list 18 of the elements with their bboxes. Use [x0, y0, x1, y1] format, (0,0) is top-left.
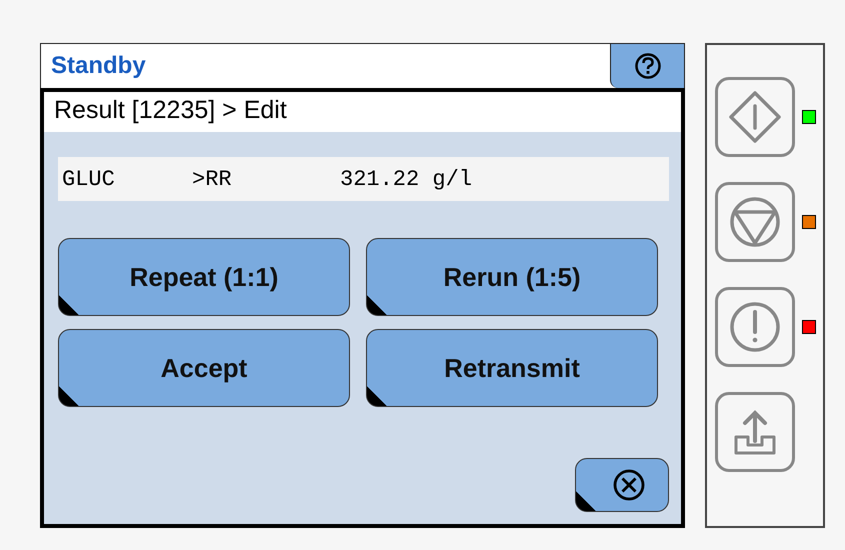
- side-button[interactable]: [715, 77, 795, 157]
- window-title: Standby: [50, 52, 146, 80]
- help-button[interactable]: [610, 44, 684, 88]
- action-button[interactable]: Retransmit: [366, 329, 658, 407]
- result-value: 321.22 g/l: [340, 166, 472, 192]
- side-button[interactable]: [715, 392, 795, 472]
- action-button[interactable]: Repeat (1:1): [58, 238, 350, 316]
- close-button[interactable]: [575, 458, 669, 512]
- test-name: GLUC: [62, 166, 116, 192]
- diamond-icon: [726, 88, 784, 146]
- side-button[interactable]: [715, 182, 795, 262]
- help-icon: [634, 52, 662, 80]
- flag-label: >RR: [192, 166, 233, 192]
- close-icon: [612, 468, 646, 502]
- action-button[interactable]: Rerun (1:5): [366, 238, 658, 316]
- action-button[interactable]: Accept: [58, 329, 350, 407]
- breadcrumb: Result [12235] > Edit: [44, 92, 681, 132]
- side-button[interactable]: [715, 287, 795, 367]
